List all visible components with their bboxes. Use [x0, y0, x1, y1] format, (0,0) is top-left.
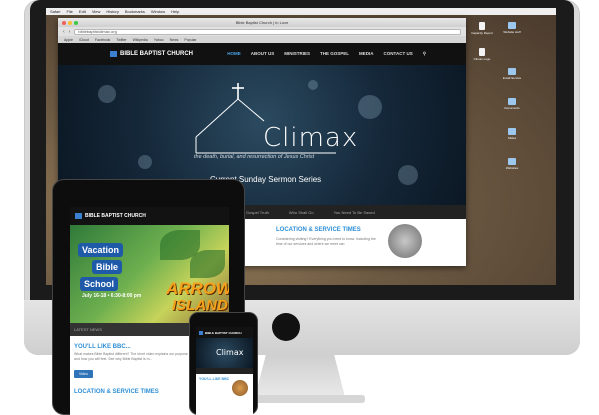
nav-about-us[interactable]: ABOUT US	[251, 51, 275, 57]
folder-icon	[508, 98, 516, 105]
url-field[interactable]: biblebaptistclimax.org	[74, 28, 461, 35]
desktop-icon[interactable]: Documents	[500, 98, 524, 110]
mac-menubar: Safari File Edit View History Bookmarks …	[46, 8, 556, 15]
folder-icon	[508, 68, 516, 75]
menu-edit[interactable]: Edit	[79, 9, 86, 14]
vbs-line3: School	[80, 277, 119, 291]
location-photo	[388, 224, 422, 258]
bookmark-item[interactable]: Yahoo	[154, 38, 164, 42]
menu-help[interactable]: Help	[171, 9, 179, 14]
bookmarks-bar: Apple iCloud Facebook Twitter Wikipedia …	[58, 36, 466, 43]
address-bar-row: ‹ › biblebaptistclimax.org	[58, 27, 466, 36]
browser-titlebar: Bible Baptist Church | In Love	[58, 18, 466, 27]
phone-hero[interactable]: Climax	[196, 338, 253, 368]
document-icon	[479, 48, 485, 56]
phone-site-name[interactable]: BIBLE BAPTIST CHURCH	[205, 331, 242, 335]
location-title[interactable]: LOCATION & SERVICE TIMES	[276, 227, 361, 233]
desktop-icon[interactable]: Email Service	[500, 68, 524, 80]
hero-subtitle: the death, burial, and resurrection of J…	[194, 154, 315, 160]
vbs-date: July 16-18 • 6:30-8:00 pm	[82, 293, 142, 299]
site-name: BIBLE BAPTIST CHURCH	[120, 51, 193, 57]
desktop-icon[interactable]: Website stuff	[500, 22, 524, 34]
menu-file[interactable]: File	[66, 9, 72, 14]
tab-title: Bible Baptist Church | In Love	[235, 20, 289, 25]
site-logo[interactable]: BIBLE BAPTIST CHURCH	[110, 51, 193, 57]
folder-icon	[508, 128, 516, 135]
menu-view[interactable]: View	[92, 9, 101, 14]
imac-camera	[272, 313, 300, 341]
location-text: Considering visiting? Everything you nee…	[276, 237, 376, 246]
bookmark-item[interactable]: Facebook	[95, 38, 110, 42]
nav-ministries[interactable]: MINISTRIES	[284, 51, 310, 57]
desktop-icon[interactable]: Slides	[500, 128, 524, 140]
menu-window[interactable]: Window	[151, 9, 165, 14]
bookmark-item[interactable]: Twitter	[116, 38, 126, 42]
folder-icon	[508, 22, 516, 29]
desktop-icon[interactable]: Capacity Report	[470, 22, 494, 35]
search-icon[interactable]: ⚲	[423, 51, 426, 57]
document-icon	[479, 22, 485, 30]
imac-stand	[255, 355, 345, 397]
site-header: BIBLE BAPTIST CHURCH HOME ABOUT US MINIS…	[58, 43, 466, 65]
phone-photo	[232, 380, 248, 396]
menu-history[interactable]: History	[106, 9, 118, 14]
nav-the-gospel[interactable]: THE GOSPEL	[320, 51, 349, 57]
bookmark-item[interactable]: iCloud	[79, 38, 89, 42]
back-icon[interactable]: ‹	[63, 29, 65, 35]
desktop-icon[interactable]: Climax Logo	[470, 48, 494, 61]
menu-bookmarks[interactable]: Bookmarks	[125, 9, 145, 14]
tablet-site-name[interactable]: BIBLE BAPTIST CHURCH	[85, 213, 146, 219]
device-mockup: Safari File Edit View History Bookmarks …	[0, 0, 599, 415]
church-logo-icon	[199, 330, 203, 335]
forward-icon[interactable]: ›	[69, 29, 71, 35]
bookmark-item[interactable]: Apple	[64, 38, 73, 42]
bookmark-item[interactable]: News	[170, 38, 179, 42]
bookmark-item[interactable]: Popular	[184, 38, 196, 42]
church-logo-icon	[110, 51, 117, 57]
phone-body: YOU'LL LIKE BBC	[196, 374, 253, 396]
nav-home[interactable]: HOME	[227, 51, 241, 57]
folder-icon	[508, 158, 516, 165]
phone-device: BIBLE BAPTIST CHURCH Climax YOU'LL LIKE …	[189, 312, 258, 415]
vbs-line1: Vacation	[78, 243, 124, 257]
hero-title: Climax	[263, 123, 359, 153]
strip-item[interactable]: You Need To Be Saved	[334, 210, 375, 215]
strip-item[interactable]: Who Shall Go	[289, 210, 314, 215]
phone-screen: BIBLE BAPTIST CHURCH Climax YOU'LL LIKE …	[196, 327, 253, 415]
phone-hero-title: Climax	[216, 348, 244, 357]
desktop-icon[interactable]: Websites	[500, 158, 524, 170]
nav-contact-us[interactable]: CONTACT US	[384, 51, 413, 57]
video-button[interactable]: Video	[74, 370, 93, 378]
vbs-line2: Bible	[92, 260, 123, 274]
vbs-promo[interactable]: Vacation Bible School ARROW ISLAND July …	[70, 225, 229, 323]
site-menu: HOME ABOUT US MINISTRIES THE GOSPEL MEDI…	[227, 51, 426, 57]
nav-media[interactable]: MEDIA	[359, 51, 374, 57]
vbs-arrow: ARROW	[166, 279, 229, 298]
menu-safari[interactable]: Safari	[50, 9, 60, 14]
church-logo-icon	[75, 213, 82, 219]
like-text: What makes Bible Baptist different? The …	[74, 352, 188, 361]
tablet-header: BIBLE BAPTIST CHURCH	[70, 207, 229, 225]
bookmark-item[interactable]: Wikipedia	[133, 38, 148, 42]
phone-header: BIBLE BAPTIST CHURCH	[196, 327, 253, 338]
